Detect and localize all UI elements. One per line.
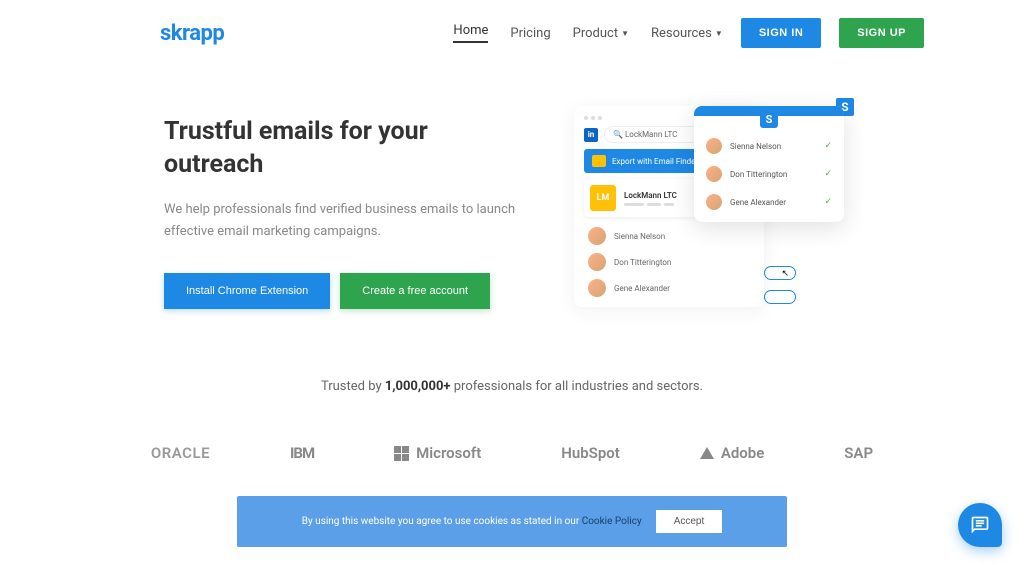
popup-name: Gene Alexander xyxy=(730,198,816,207)
chat-icon xyxy=(970,515,990,535)
logo[interactable]: skrapp xyxy=(160,21,224,46)
hero-section: Trustful emails for your outreach We hel… xyxy=(0,66,1024,339)
toggle-icon xyxy=(764,290,796,304)
trusted-text: Trusted by 1,000,000+ professionals for … xyxy=(0,379,1024,394)
avatar-icon xyxy=(706,166,722,182)
mockup-person: Gene Alexander xyxy=(588,279,754,297)
person-name: Gene Alexander xyxy=(614,284,670,293)
toggle-icon: ↖ xyxy=(764,266,796,280)
person-name: Don Titterington xyxy=(614,258,671,267)
adobe-logo: Adobe xyxy=(700,444,764,462)
popup-name: Don Titterington xyxy=(730,170,816,179)
signup-button[interactable]: SIGN UP xyxy=(839,18,924,48)
hero-ctas: Install Chrome Extension Create a free a… xyxy=(164,273,524,309)
skrapp-logo-icon: S xyxy=(760,110,778,128)
nav-product-label: Product xyxy=(573,26,618,41)
avatar-icon xyxy=(588,227,606,245)
popup-row: Don Titterington ✓ xyxy=(706,166,832,182)
hero-subtitle: We help professionals find verified busi… xyxy=(164,199,524,243)
cursor-icon: ↖ xyxy=(781,269,789,279)
avatar-icon xyxy=(706,138,722,154)
nav-resources-label: Resources xyxy=(651,26,712,41)
brand-logos: ORACLE IBM Microsoft HubSpot Adobe SAP xyxy=(0,414,1024,492)
install-extension-button[interactable]: Install Chrome Extension xyxy=(164,273,330,309)
nav-right: Home Pricing Product▼ Resources▼ SIGN IN… xyxy=(453,18,924,48)
linkedin-icon: in xyxy=(584,128,598,142)
mockup-popup: S S Sienna Nelson ✓ Don Titterington ✓ Gen… xyxy=(694,106,844,222)
sap-logo: SAP xyxy=(844,444,873,462)
popup-row: Sienna Nelson ✓ xyxy=(706,138,832,154)
mockup-export-label: Export with Email Finder xyxy=(612,157,698,166)
person-name: Sienna Nelson xyxy=(614,232,665,241)
nav-resources[interactable]: Resources▼ xyxy=(651,26,723,41)
mockup-people-list: Sienna Nelson Don Titterington Gene Alex… xyxy=(584,227,754,297)
popup-name: Sienna Nelson xyxy=(730,142,816,151)
chat-widget-button[interactable] xyxy=(958,503,1002,547)
avatar-icon xyxy=(588,279,606,297)
popup-list: Sienna Nelson ✓ Don Titterington ✓ Gene Al… xyxy=(694,116,844,222)
check-icon: ✓ xyxy=(824,169,832,179)
cookie-banner: By using this website you agree to use c… xyxy=(237,496,787,547)
oracle-logo: ORACLE xyxy=(151,444,210,462)
nav-home[interactable]: Home xyxy=(453,23,488,43)
hero-illustration: in 🔍 LockMann LTC Export with Email Find… xyxy=(564,116,924,309)
mockup-toggles: ↖ xyxy=(764,266,796,304)
nav-links: Home Pricing Product▼ Resources▼ xyxy=(453,23,722,43)
hubspot-logo: HubSpot xyxy=(561,444,620,462)
popup-row: Gene Alexander ✓ xyxy=(706,194,832,210)
cookie-policy-link[interactable]: Cookie Policy xyxy=(582,516,642,527)
avatar-icon xyxy=(706,194,722,210)
navbar: skrapp Home Pricing Product▼ Resources▼ … xyxy=(0,0,1024,66)
popup-topbar: S xyxy=(694,106,844,116)
hero-title: Trustful emails for your outreach xyxy=(164,116,524,181)
folder-icon xyxy=(592,155,606,167)
check-icon: ✓ xyxy=(824,197,832,207)
trusted-section: Trusted by 1,000,000+ professionals for … xyxy=(0,339,1024,414)
check-icon: ✓ xyxy=(824,141,832,151)
hero-left: Trustful emails for your outreach We hel… xyxy=(164,116,524,309)
adobe-icon xyxy=(700,447,714,459)
signin-button[interactable]: SIGN IN xyxy=(741,18,821,48)
chevron-down-icon: ▼ xyxy=(715,29,723,38)
mockup-person: Don Titterington xyxy=(588,253,754,271)
create-account-button[interactable]: Create a free account xyxy=(340,273,490,309)
microsoft-icon xyxy=(394,446,409,461)
mockup-person: Sienna Nelson xyxy=(588,227,754,245)
microsoft-logo: Microsoft xyxy=(394,444,481,462)
nav-product[interactable]: Product▼ xyxy=(573,26,629,41)
company-avatar: LM xyxy=(590,185,616,211)
chevron-down-icon: ▼ xyxy=(621,29,629,38)
cookie-text: By using this website you agree to use c… xyxy=(302,516,642,527)
cookie-accept-button[interactable]: Accept xyxy=(656,510,723,533)
avatar-icon xyxy=(588,253,606,271)
ibm-logo: IBM xyxy=(290,444,314,462)
nav-pricing[interactable]: Pricing xyxy=(510,26,550,41)
